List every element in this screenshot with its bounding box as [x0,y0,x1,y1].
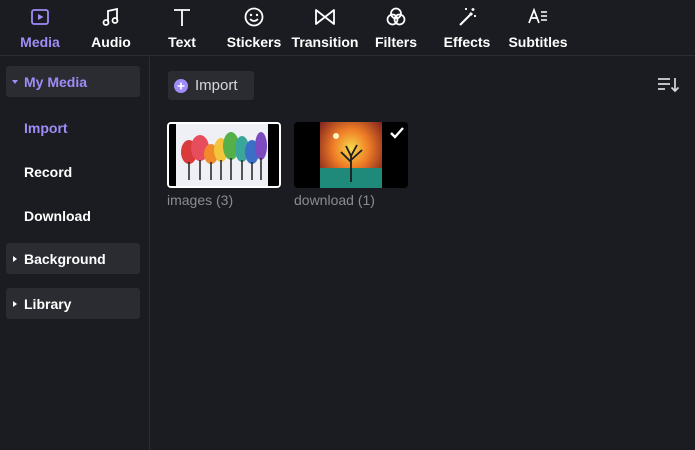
tab-text-label: Text [168,34,196,50]
import-button-label: Import [195,77,238,94]
caret-right-icon [6,255,24,263]
subtitles-icon [526,5,550,29]
media-panel: Import images (3) download (1) [151,57,695,450]
tab-stickers[interactable]: Stickers [226,0,282,56]
media-folder-images[interactable]: images (3) [167,122,283,208]
caret-right-icon [6,300,24,308]
sidebar-group-my-media[interactable]: My Media [6,66,140,97]
media-caption: images (3) [167,192,234,208]
sidebar-item-download[interactable]: Download [24,208,91,224]
sidebar-group-library[interactable]: Library [6,288,140,319]
media-icon [28,5,52,29]
tab-filters[interactable]: Filters [374,0,418,56]
media-folder-download[interactable]: download (1) [294,122,410,208]
sidebar-item-import[interactable]: Import [24,120,68,136]
media-caption: download (1) [294,192,375,208]
tab-audio[interactable]: Audio [88,0,134,56]
tab-effects[interactable]: Effects [443,0,491,56]
sidebar-group-label: Background [24,250,106,267]
smiley-icon [242,5,266,29]
sidebar: My Media Import Record Download Backgrou… [0,57,150,450]
tab-audio-label: Audio [91,34,131,50]
import-button[interactable]: Import [168,71,254,100]
sidebar-group-label: Library [24,295,72,312]
sidebar-item-record[interactable]: Record [24,164,72,180]
media-thumbnail[interactable] [167,122,281,188]
tab-transition-label: Transition [291,34,359,50]
tab-stickers-label: Stickers [226,34,282,50]
text-icon [170,5,194,29]
sort-icon[interactable] [656,75,680,95]
bowtie-icon [313,5,337,29]
tab-text[interactable]: Text [164,0,200,56]
tab-media-label: Media [20,34,60,50]
tab-effects-label: Effects [443,34,491,50]
tab-subtitles-label: Subtitles [508,34,568,50]
sidebar-group-label: My Media [24,73,88,90]
checkmark-icon [389,126,405,140]
tab-media[interactable]: Media [16,0,64,56]
tab-transition[interactable]: Transition [290,0,360,56]
rainbow-trees-image [169,124,279,186]
sidebar-group-background[interactable]: Background [6,243,140,274]
tab-filters-label: Filters [374,34,417,50]
tab-subtitles[interactable]: Subtitles [508,0,568,56]
top-toolbar: Media Audio Text Stickers Transition Fil… [0,0,695,56]
plus-circle-icon [174,78,188,93]
magic-wand-icon [455,5,479,29]
three-circles-icon [384,5,408,29]
media-thumbnail[interactable] [294,122,408,188]
music-note-icon [99,5,123,29]
caret-down-icon [6,78,24,86]
